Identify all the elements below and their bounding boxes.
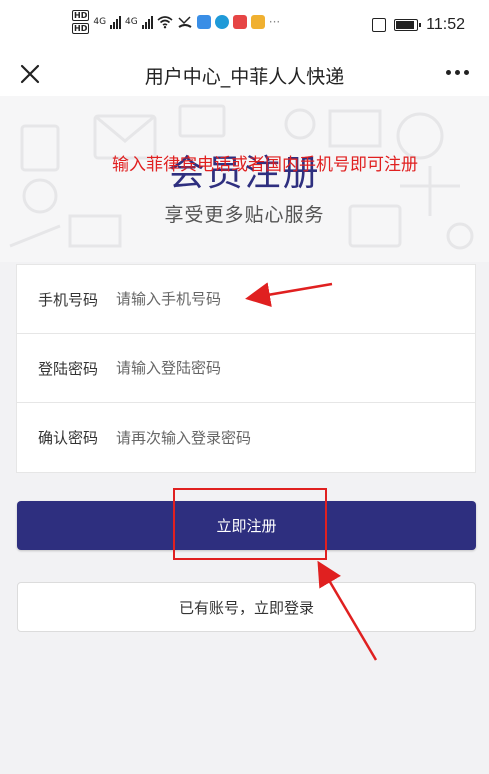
network-label: 4G [125,17,138,27]
confirm-password-label: 确认密码 [38,429,99,447]
status-left-icons: HD HD 4G 4G ··· [72,10,280,34]
wifi-icon [157,16,173,29]
annotation-highlight-box [173,488,327,560]
annotation-note: 输入菲律宾电话或者国内手机号即可注册 [112,155,418,175]
login-link-button[interactable]: 已有账号，立即登录 [17,582,476,632]
password-input[interactable] [116,359,416,377]
hd-icon: HD HD [72,10,90,34]
phone-input[interactable] [116,290,416,308]
hd-badge: HD [72,23,90,34]
app-notification-icon [214,15,229,29]
signal-icon [110,15,122,29]
vibrate-icon [372,18,387,32]
register-form: 手机号码 登陆密码 确认密码 [16,264,476,473]
nav-bar: 用户中心_中菲人人快递 [0,52,489,96]
battery-icon [394,19,422,31]
nav-title: 用户中心_中菲人人快递 [144,66,345,88]
network-label: 4G [93,17,107,27]
hero-banner: 会员注册 享受更多贴心服务 [0,96,489,262]
signal-icon [141,15,153,29]
confirm-password-input[interactable] [116,428,416,447]
hd-badge: HD [72,10,90,21]
confirm-password-row: 确认密码 [17,403,475,472]
password-row: 登陆密码 [17,334,475,403]
status-bar: HD HD 4G 4G ··· 11:52 [0,0,489,52]
phone-label: 手机号码 [38,290,99,309]
app-notification-icon [196,15,211,29]
page-subtitle: 享受更多贴心服务 [164,204,325,226]
password-label: 登陆密码 [38,359,99,378]
status-time: 11:52 [426,16,465,33]
more-notifications-icon: ··· [268,15,281,29]
status-right: 11:52 [372,16,465,34]
app-notification-icon [250,15,265,29]
app-notification-icon [232,15,247,29]
more-icon[interactable] [446,70,469,75]
phone-row: 手机号码 [17,265,475,334]
missed-call-icon [178,16,192,28]
